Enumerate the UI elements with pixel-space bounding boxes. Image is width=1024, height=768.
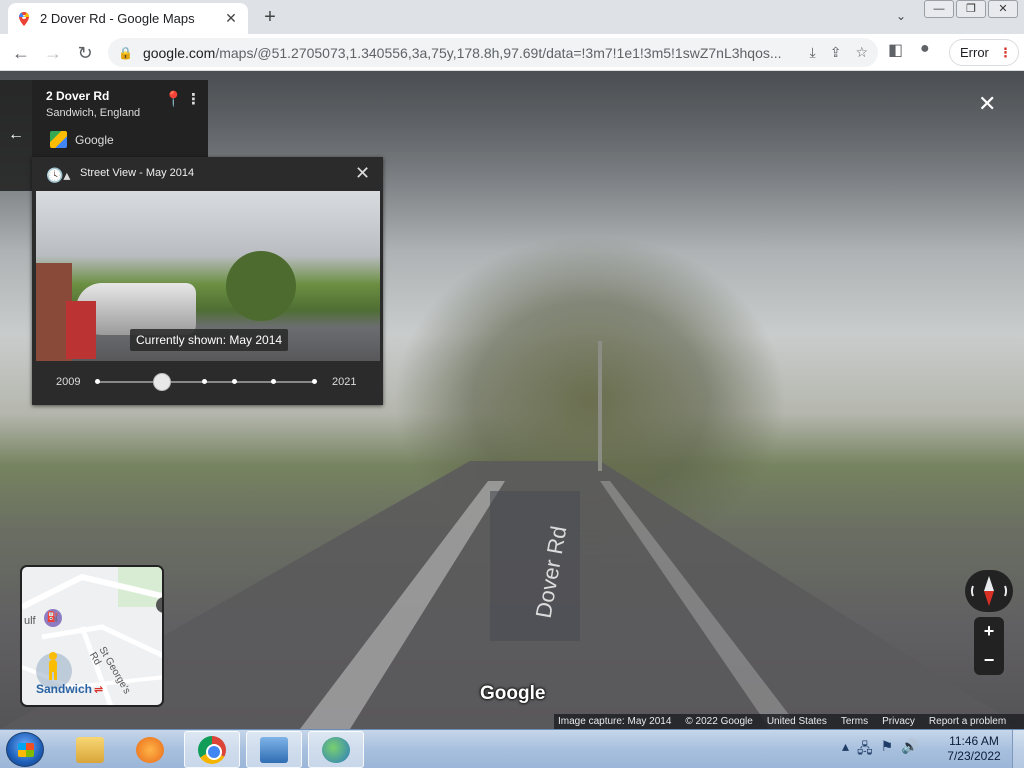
reload-icon[interactable]: ↻ <box>72 40 98 66</box>
start-button[interactable] <box>6 732 44 767</box>
timeline-slider-knob[interactable] <box>153 373 171 391</box>
place-locality: Sandwich, England <box>46 107 141 119</box>
folder-icon <box>76 736 104 763</box>
pegman-icon[interactable] <box>46 651 60 681</box>
time-machine-panel: 🕓▴ Street View - May 2014 ✕ Currently sh… <box>32 157 383 405</box>
tab-search-icon[interactable]: ⌄ <box>896 9 906 23</box>
minimap[interactable]: ulf ⛽ St George's Rd Sandwich ⇌ ◂ <box>20 565 164 707</box>
url-path: /maps/@51.2705073,1.340556,3a,75y,178.8h… <box>215 44 782 61</box>
imagery-source: Google <box>75 133 114 147</box>
url-text[interactable]: google.com/maps/@51.2705073,1.340556,3a,… <box>143 45 796 61</box>
new-tab-button[interactable]: + <box>258 6 282 29</box>
timeline-end-year: 2021 <box>332 376 357 388</box>
privacy-link[interactable]: Privacy <box>882 716 915 727</box>
copyright-text: © 2022 Google <box>685 716 753 727</box>
rail-station-icon: ⇌ <box>94 684 104 696</box>
side-panel-icon[interactable]: ◧ <box>888 40 903 60</box>
more-options-icon[interactable]: ⋮ <box>186 90 201 108</box>
tab-strip: 2 Dover Rd - Google Maps ✕ + ⌄ — ❐ ✕ <box>0 0 1024 34</box>
restore-button[interactable]: ❐ <box>956 0 986 18</box>
timeline-tick[interactable] <box>202 379 207 384</box>
timeline-tick[interactable] <box>95 379 100 384</box>
chrome-icon <box>198 735 226 764</box>
compass-needle-icon <box>970 576 1008 606</box>
thumbnail-cab <box>66 301 96 359</box>
currently-shown-tooltip: Currently shown: May 2014 <box>130 329 289 351</box>
action-center-flag-icon[interactable]: ⚑ <box>881 738 894 762</box>
google-maps-favicon-icon <box>19 11 29 26</box>
windows-taskbar: ▴ 🖧 ⚑ 🔊 11:46 AM 7/23/2022 <box>0 729 1024 768</box>
close-window-button[interactable]: ✕ <box>988 0 1018 18</box>
image-capture-date: Image capture: May 2014 <box>558 716 672 727</box>
minimize-button[interactable]: — <box>924 0 954 18</box>
taskbar-clock[interactable]: 11:46 AM 7/23/2022 <box>936 734 1012 764</box>
tab-close-icon[interactable]: ✕ <box>222 10 240 27</box>
globe-icon <box>322 736 350 763</box>
tab-title: 2 Dover Rd - Google Maps <box>40 11 195 26</box>
windows-logo-icon <box>18 743 34 757</box>
zoom-in-button[interactable]: + <box>974 617 1004 646</box>
time-machine-title: Street View - May 2014 <box>80 167 195 179</box>
back-arrow-icon[interactable]: ← <box>8 40 34 66</box>
google-maps-logo-icon <box>50 131 67 148</box>
clock-time: 11:46 AM <box>949 734 999 748</box>
browser-toolbar: ← → ↻ 🔒 google.com/maps/@51.2705073,1.34… <box>0 34 1024 71</box>
share-icon[interactable]: ⇪ <box>830 44 842 61</box>
tab-google-maps[interactable]: 2 Dover Rd - Google Maps ✕ <box>8 3 248 34</box>
gas-station-icon: ⛽ <box>44 609 62 627</box>
profile-avatar-icon[interactable]: ● <box>920 40 930 58</box>
window-controls: — ❐ ✕ <box>924 0 1018 18</box>
zoom-control: + − <box>974 617 1004 675</box>
history-clock-icon[interactable]: 🕓▴ <box>46 167 70 184</box>
url-host: google.com <box>142 44 216 61</box>
network-icon[interactable]: 🖧 <box>857 738 873 762</box>
back-to-map-icon[interactable]: ← <box>8 126 24 144</box>
media-player-icon <box>136 736 164 763</box>
error-label: Error <box>960 45 989 60</box>
forward-arrow-icon[interactable]: → <box>40 40 66 66</box>
volume-icon[interactable]: 🔊 <box>901 738 918 762</box>
region-link[interactable]: United States <box>767 716 827 727</box>
map-pin-icon[interactable]: 📍 <box>164 90 183 108</box>
timeline-tick[interactable] <box>271 379 276 384</box>
close-street-view-icon[interactable]: ✕ <box>978 91 996 117</box>
timeline-tick[interactable] <box>312 379 317 384</box>
place-name[interactable]: 2 Dover Rd <box>46 89 109 103</box>
taskbar-explorer[interactable] <box>62 731 118 768</box>
bookmark-star-icon[interactable]: ☆ <box>855 44 868 61</box>
terms-link[interactable]: Terms <box>841 716 868 727</box>
timeline-track[interactable] <box>98 381 316 383</box>
error-button[interactable]: Error ⋮ <box>949 39 1019 66</box>
install-app-icon[interactable]: ⤓ <box>810 44 816 61</box>
timeline-tick[interactable] <box>232 379 237 384</box>
taskbar-chrome[interactable] <box>184 731 240 768</box>
timeline-start-year: 2009 <box>56 376 81 388</box>
lock-icon[interactable]: 🔒 <box>118 46 133 60</box>
control-panel-icon <box>260 736 288 763</box>
minimap-town-label: Sandwich <box>36 682 93 696</box>
gulf-station-label: ulf <box>24 615 36 627</box>
zoom-out-button[interactable]: − <box>974 646 1004 675</box>
clock-date: 7/23/2022 <box>947 749 1001 763</box>
show-desktop-button[interactable] <box>1012 730 1024 768</box>
compass-control[interactable] <box>965 570 1013 612</box>
system-tray: ▴ 🖧 ⚑ 🔊 <box>842 738 919 762</box>
address-bar[interactable]: 🔒 google.com/maps/@51.2705073,1.340556,3… <box>108 38 878 67</box>
report-problem-link[interactable]: Report a problem <box>929 716 1006 727</box>
tray-expand-icon[interactable]: ▴ <box>842 738 849 762</box>
thumbnail-tree <box>226 251 296 321</box>
close-time-machine-icon[interactable]: ✕ <box>355 163 370 184</box>
menu-dots-icon: ⋮ <box>998 44 1012 60</box>
map-credits-bar: Image capture: May 2014 © 2022 Google Un… <box>554 714 1024 729</box>
taskbar-control-panel[interactable] <box>246 731 302 768</box>
taskbar-network-app[interactable] <box>308 731 364 768</box>
google-watermark: Google <box>480 683 546 704</box>
taskbar-media-player[interactable] <box>122 731 178 768</box>
